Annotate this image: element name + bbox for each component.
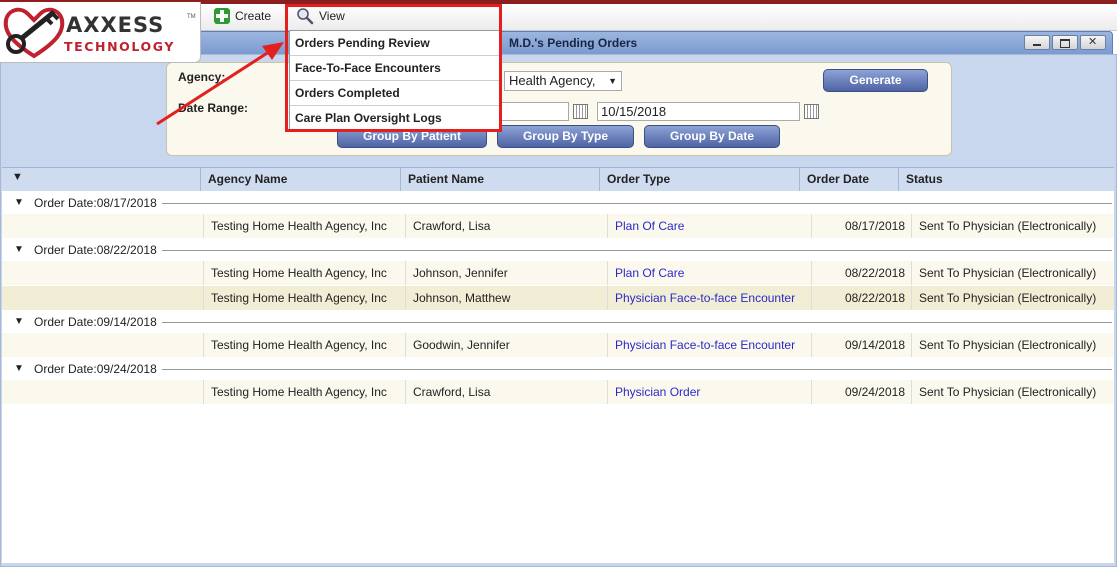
cell-order-date: 09/24/2018 <box>811 380 911 404</box>
cell-order-type-link[interactable]: Physician Face-to-face Encounter <box>607 333 811 357</box>
cell-order-type-link[interactable]: Plan Of Care <box>607 214 811 238</box>
cell-patient: Crawford, Lisa <box>405 380 607 404</box>
agency-select-value: Health Agency, <box>509 73 596 88</box>
column-agency-name[interactable]: Agency Name <box>200 168 400 191</box>
table-row[interactable]: Testing Home Health Agency, Inc Johnson,… <box>2 261 1114 285</box>
column-order-date[interactable]: Order Date <box>799 168 898 191</box>
calendar-icon[interactable] <box>573 104 588 119</box>
group-header[interactable]: ▼ Order Date:08/17/2018 <box>2 193 1114 213</box>
table-row[interactable]: Testing Home Health Agency, Inc Goodwin,… <box>2 333 1114 357</box>
axxess-logo: AXXESS TM TECHNOLOGY <box>0 2 201 63</box>
menu-item-orders-completed[interactable]: Orders Completed <box>290 81 500 106</box>
calendar-icon[interactable] <box>804 104 819 119</box>
menu-item-care-plan-oversight-logs[interactable]: Care Plan Oversight Logs <box>290 106 500 131</box>
plus-icon <box>214 8 230 24</box>
date-range-label: Date Range: <box>178 101 249 115</box>
group-by-date-button[interactable]: Group By Date <box>644 125 780 148</box>
group-label: Order Date:08/17/2018 <box>34 196 157 210</box>
cell-status: Sent To Physician (Electronically) <box>911 286 1114 310</box>
cell-status: Sent To Physician (Electronically) <box>911 214 1114 238</box>
view-menu-label: View <box>319 9 345 23</box>
chevron-down-icon: ▼ <box>14 244 24 255</box>
cell-status: Sent To Physician (Electronically) <box>911 333 1114 357</box>
agency-label: Agency: <box>178 70 226 84</box>
agency-select[interactable]: Health Agency, ▼ <box>504 71 622 91</box>
menu-item-face-to-face-encounters[interactable]: Face-To-Face Encounters <box>290 56 500 81</box>
heart-key-icon <box>3 7 65 59</box>
group-label: Order Date:09/24/2018 <box>34 362 157 376</box>
cell-agency: Testing Home Health Agency, Inc <box>203 286 405 310</box>
cell-patient: Johnson, Jennifer <box>405 261 607 285</box>
cell-order-date: 09/14/2018 <box>811 333 911 357</box>
grid-body: ▼ Order Date:08/17/2018 Testing Home Hea… <box>2 191 1114 563</box>
cell-order-date: 08/22/2018 <box>811 261 911 285</box>
cell-patient: Johnson, Matthew <box>405 286 607 310</box>
group-header[interactable]: ▼ Order Date:09/14/2018 <box>2 312 1114 332</box>
minimize-button[interactable] <box>1024 35 1050 50</box>
close-button[interactable] <box>1080 35 1106 50</box>
cell-order-type-link[interactable]: Plan Of Care <box>607 261 811 285</box>
cell-agency: Testing Home Health Agency, Inc <box>203 333 405 357</box>
cell-order-type-link[interactable]: Physician Face-to-face Encounter <box>607 286 811 310</box>
create-menu[interactable]: Create <box>214 8 271 24</box>
cell-agency: Testing Home Health Agency, Inc <box>203 380 405 404</box>
view-dropdown-menu: Orders Pending Review Face-To-Face Encou… <box>289 30 501 132</box>
column-patient-name[interactable]: Patient Name <box>400 168 599 191</box>
menu-item-orders-pending-review[interactable]: Orders Pending Review <box>290 31 500 56</box>
column-order-type[interactable]: Order Type <box>599 168 799 191</box>
table-row[interactable]: Testing Home Health Agency, Inc Crawford… <box>2 380 1114 404</box>
group-header[interactable]: ▼ Order Date:09/24/2018 <box>2 359 1114 379</box>
brand-name: AXXESS <box>66 13 165 37</box>
cell-order-date: 08/22/2018 <box>811 286 911 310</box>
window-title: M.D.'s Pending Orders <box>509 36 638 50</box>
cell-agency: Testing Home Health Agency, Inc <box>203 214 405 238</box>
cell-status: Sent To Physician (Electronically) <box>911 261 1114 285</box>
group-label: Order Date:08/22/2018 <box>34 243 157 257</box>
cell-order-date: 08/17/2018 <box>811 214 911 238</box>
group-by-type-button[interactable]: Group By Type <box>497 125 634 148</box>
cell-patient: Crawford, Lisa <box>405 214 607 238</box>
chevron-down-icon: ▼ <box>14 363 24 374</box>
grid-header: ▼ Agency Name Patient Name Order Type Or… <box>2 167 1114 192</box>
chevron-down-icon[interactable]: ▼ <box>12 171 23 183</box>
table-row[interactable]: Testing Home Health Agency, Inc Crawford… <box>2 214 1114 238</box>
group-label: Order Date:09/14/2018 <box>34 315 157 329</box>
table-row[interactable]: Testing Home Health Agency, Inc Johnson,… <box>2 286 1114 310</box>
trademark: TM <box>187 14 196 20</box>
view-menu[interactable]: View <box>296 7 345 25</box>
magnifier-icon <box>297 8 314 25</box>
cell-agency: Testing Home Health Agency, Inc <box>203 261 405 285</box>
cell-order-type-link[interactable]: Physician Order <box>607 380 811 404</box>
start-date-input[interactable] <box>500 102 569 121</box>
cell-patient: Goodwin, Jennifer <box>405 333 607 357</box>
column-status[interactable]: Status <box>898 168 1098 191</box>
dropdown-arrow-icon: ▼ <box>608 76 617 86</box>
brand-subtitle: TECHNOLOGY <box>64 39 175 54</box>
maximize-button[interactable] <box>1052 35 1078 50</box>
cell-status: Sent To Physician (Electronically) <box>911 380 1114 404</box>
chevron-down-icon: ▼ <box>14 197 24 208</box>
generate-button[interactable]: Generate <box>823 69 928 92</box>
create-menu-label: Create <box>235 9 272 23</box>
group-header[interactable]: ▼ Order Date:08/22/2018 <box>2 240 1114 260</box>
chevron-down-icon: ▼ <box>14 316 24 327</box>
end-date-input[interactable]: 10/15/2018 <box>597 102 800 121</box>
